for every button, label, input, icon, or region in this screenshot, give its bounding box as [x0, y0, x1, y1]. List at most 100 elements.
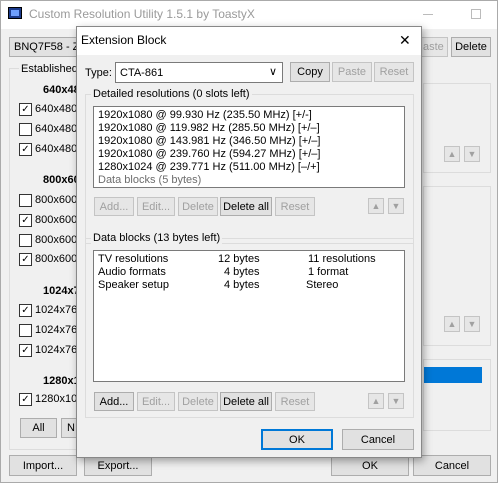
detailed-move-down-button[interactable]: ▼	[388, 198, 404, 214]
all-button[interactable]: All	[20, 418, 57, 438]
resolution-label: 1280x10	[35, 393, 78, 405]
data-blocks-reset-button[interactable]: Reset	[275, 392, 315, 411]
data-blocks-edit-button[interactable]: Edit...	[137, 392, 175, 411]
data-blocks-add-button[interactable]: Add...	[94, 392, 134, 411]
detailed-delete-all-button[interactable]: Delete all	[220, 197, 272, 216]
block-size: 4 bytes	[224, 266, 260, 278]
data-blocks-delete-button[interactable]: Delete	[178, 392, 218, 411]
block-name: Speaker setup	[98, 279, 169, 291]
data-blocks-list[interactable]: TV resolutions 12 bytes 11 resolutions A…	[93, 250, 405, 382]
resolution-label: 640x480	[35, 103, 78, 115]
detailed-add-button[interactable]: Add...	[94, 197, 134, 216]
chevron-down-icon: ∨	[268, 66, 277, 78]
resolution-label: 800x600	[35, 194, 78, 206]
main-window-title: Custom Resolution Utility 1.5.1 by Toast…	[29, 7, 255, 21]
block-size: 4 bytes	[224, 279, 260, 291]
resolution-checkbox[interactable]	[19, 324, 32, 337]
resolution-label: 800x600	[35, 253, 78, 265]
list-item[interactable]: 1920x1080 @ 239.760 Hz (594.27 MHz) [+/–…	[98, 148, 400, 161]
main-paste-button[interactable]: aste	[419, 37, 448, 57]
move-up-button[interactable]: ▲	[444, 316, 460, 332]
import-button[interactable]: Import...	[9, 455, 77, 476]
data-blocks-delete-all-button[interactable]: Delete all	[220, 392, 272, 411]
dialog-title: Extension Block	[81, 33, 167, 47]
down-icon: ▼	[391, 396, 401, 406]
resolution-checkbox[interactable]	[19, 194, 32, 207]
resolution-checkbox[interactable]: ✓	[19, 253, 32, 266]
minimize-icon[interactable]	[423, 14, 433, 15]
main-title-bar: Custom Resolution Utility 1.5.1 by Toast…	[1, 1, 497, 29]
down-icon: ▼	[467, 319, 477, 329]
cancel-button[interactable]: Cancel	[342, 429, 414, 450]
up-icon: ▲	[371, 396, 381, 406]
maximize-icon[interactable]	[471, 9, 481, 19]
data-blocks-legend: Data blocks (13 bytes left)	[91, 232, 223, 244]
selected-list-item[interactable]	[424, 367, 482, 383]
extension-block-dialog: Extension Block ✕ Type: CTA-861 ∨ Copy P…	[76, 26, 422, 458]
list-item[interactable]: 1920x1080 @ 143.981 Hz (346.50 MHz) [+/–…	[98, 135, 400, 148]
table-row[interactable]: Audio formats 4 bytes 1 format	[98, 266, 400, 279]
block-info: Stereo	[306, 279, 339, 291]
copy-button[interactable]: Copy	[290, 62, 330, 82]
table-row[interactable]: TV resolutions 12 bytes 11 resolutions	[98, 253, 400, 266]
up-icon: ▲	[371, 201, 381, 211]
app-icon	[8, 7, 22, 19]
move-down-button[interactable]: ▼	[464, 316, 480, 332]
detailed-resolutions-legend: Detailed resolutions (0 slots left)	[91, 88, 252, 100]
move-down-button[interactable]: ▼	[464, 146, 480, 162]
main-delete-button[interactable]: Delete	[451, 37, 491, 57]
resolution-label: 800x600	[35, 234, 78, 246]
detailed-edit-button[interactable]: Edit...	[137, 197, 175, 216]
reset-button[interactable]: Reset	[374, 62, 414, 82]
list-item[interactable]: 1920x1080 @ 99.930 Hz (235.50 MHz) [+/-]	[98, 109, 400, 122]
detailed-reset-button[interactable]: Reset	[275, 197, 315, 216]
dialog-title-bar: Extension Block ✕	[77, 27, 421, 55]
type-select[interactable]: CTA-861 ∨	[115, 62, 283, 83]
monitor-select[interactable]: BNQ7F58 - Z	[9, 37, 81, 57]
type-label: Type:	[85, 67, 112, 79]
down-icon: ▼	[467, 149, 477, 159]
resolution-checkbox[interactable]: ✓	[19, 214, 32, 227]
block-size: 12 bytes	[218, 253, 260, 265]
detailed-move-up-button[interactable]: ▲	[368, 198, 384, 214]
group-heading: 800x60	[43, 174, 80, 186]
group-heading: 640x48	[43, 84, 80, 96]
list-item[interactable]: Data blocks (5 bytes)	[98, 174, 400, 187]
group-heading: 1280x1	[43, 375, 80, 387]
list-item[interactable]: 1280x1024 @ 239.771 Hz (511.00 MHz) [–/+…	[98, 161, 400, 174]
resolution-label: 1024x76	[35, 304, 78, 316]
data-blocks-move-down-button[interactable]: ▼	[388, 393, 404, 409]
up-icon: ▲	[447, 319, 457, 329]
resolution-label: 800x600	[35, 214, 78, 226]
block-name: Audio formats	[98, 266, 166, 278]
list-item[interactable]: 1920x1080 @ 119.982 Hz (285.50 MHz) [+/–…	[98, 122, 400, 135]
resolution-checkbox[interactable]: ✓	[19, 143, 32, 156]
resolution-checkbox[interactable]	[19, 123, 32, 136]
main-cancel-button[interactable]: Cancel	[413, 455, 491, 476]
table-row[interactable]: Speaker setup 4 bytes Stereo	[98, 279, 400, 292]
detailed-delete-button[interactable]: Delete	[178, 197, 218, 216]
group-heading: 1024x7	[43, 285, 80, 297]
resolution-label: 1024x76	[35, 344, 78, 356]
move-up-button[interactable]: ▲	[444, 146, 460, 162]
main-ok-button[interactable]: OK	[331, 455, 409, 476]
resolution-checkbox[interactable]: ✓	[19, 304, 32, 317]
resolution-checkbox[interactable]: ✓	[19, 103, 32, 116]
resolution-checkbox[interactable]: ✓	[19, 344, 32, 357]
block-name: TV resolutions	[98, 253, 169, 265]
resolution-label: 640x480	[35, 143, 78, 155]
close-icon[interactable]: ✕	[399, 32, 411, 49]
resolution-checkbox[interactable]	[19, 234, 32, 247]
detailed-resolutions-list[interactable]: 1920x1080 @ 99.930 Hz (235.50 MHz) [+/-]…	[93, 106, 405, 188]
ok-button[interactable]: OK	[261, 429, 333, 450]
type-select-value: CTA-861	[120, 67, 164, 79]
data-blocks-move-up-button[interactable]: ▲	[368, 393, 384, 409]
monitor-select-value: BNQ7F58 - Z	[14, 41, 80, 53]
block-info: 1 format	[308, 266, 349, 278]
established-label: Established	[19, 63, 80, 75]
resolution-checkbox[interactable]: ✓	[19, 393, 32, 406]
paste-button[interactable]: Paste	[332, 62, 372, 82]
resolution-label: 1024x76	[35, 324, 78, 336]
export-button[interactable]: Export...	[84, 455, 152, 476]
down-icon: ▼	[391, 201, 401, 211]
